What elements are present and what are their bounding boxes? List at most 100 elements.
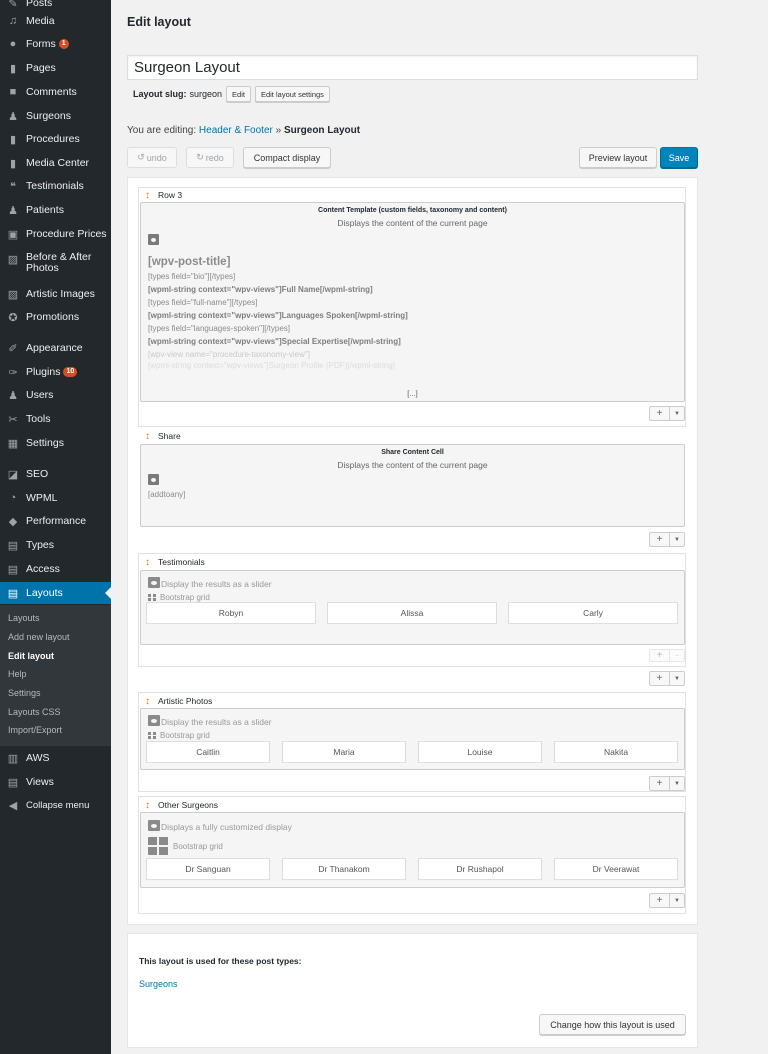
redo-button[interactable]: ↻ redo <box>186 147 234 168</box>
plus-icon: + <box>650 894 670 907</box>
cell-subtitle: Displays the content of the current page <box>337 218 488 228</box>
user-icon: ♟ <box>8 204 18 217</box>
submenu-settings[interactable]: Settings <box>8 688 41 698</box>
submenu-help[interactable]: Help <box>8 669 27 679</box>
sidebar-item-before-after[interactable]: ▨ Before & After Photos <box>0 252 111 278</box>
add-cell-control[interactable]: + ▼ <box>649 893 685 908</box>
drag-handle-icon[interactable]: ↕ <box>145 557 150 568</box>
performance-icon: ◆ <box>8 515 18 528</box>
submenu-edit-layout[interactable]: Edit layout <box>8 651 54 661</box>
drag-handle-icon[interactable]: ↕ <box>145 800 150 811</box>
post-type-link-surgeons[interactable]: Surgeons <box>139 979 178 989</box>
preview-layout-button[interactable]: Preview layout <box>579 147 657 168</box>
sidebar-item-users[interactable]: ♟ Users <box>0 384 111 406</box>
post-types-title: This layout is used for these post types… <box>139 956 302 966</box>
sidebar-item-performance[interactable]: ◆ Performance <box>0 510 111 532</box>
sidebar-item-surgeons[interactable]: ♟ Surgeons <box>0 105 111 127</box>
wpml-icon: ◔ <box>9 492 17 504</box>
collapse-icon: ◀ <box>8 799 18 812</box>
sidebar-item-patients[interactable]: ♟ Patients <box>0 199 111 221</box>
sidebar-item-wpml[interactable]: ◔ WPML <box>0 487 111 509</box>
row-3-label: ↕ Row 3 <box>145 189 183 201</box>
drag-handle-icon[interactable]: ↕ <box>145 190 150 201</box>
sidebar-item-layouts[interactable]: ▤ Layouts <box>0 582 111 604</box>
sidebar-item-plugins[interactable]: ✑ Plugins 10 <box>0 361 111 383</box>
comment-icon: ■ <box>9 86 17 98</box>
change-usage-button[interactable]: Change how this layout is used <box>539 1014 686 1035</box>
content-template-cell[interactable]: Content Template (custom fields, taxonom… <box>140 202 685 402</box>
code-line: [types field="bio"][/types] <box>148 272 236 281</box>
briefcase-icon: ▣ <box>7 228 19 241</box>
drag-handle-icon[interactable]: ↕ <box>145 696 150 707</box>
edit-layout-settings-button[interactable]: Edit layout settings <box>254 86 330 102</box>
gallery-icon: ▨ <box>7 288 19 301</box>
sidebar-item-tools[interactable]: ✂ Tools <box>0 408 111 430</box>
sidebar-item-appearance[interactable]: ✐ Appearance <box>0 337 111 359</box>
plus-icon: + <box>650 533 670 546</box>
share-row-label: ↕ Share <box>145 430 181 442</box>
sidebar-item-artistic-images[interactable]: ▨ Artistic Images <box>0 283 111 305</box>
add-cell-control[interactable]: + ▼ <box>649 532 685 547</box>
page-title: Edit layout <box>127 15 191 29</box>
grid-icon <box>148 837 169 855</box>
caret-down-icon: ▼ <box>674 780 680 787</box>
add-cell-control[interactable]: + ▼ <box>649 406 685 421</box>
share-content-cell[interactable]: Share Content Cell Displays the content … <box>140 444 685 527</box>
sidebar-item-aws[interactable]: ▥ AWS <box>0 747 111 769</box>
cell-subtitle: Displays the content of the current page <box>337 460 488 470</box>
page-icon: ▮ <box>9 133 17 146</box>
caret-down-icon: ▼ <box>674 410 680 417</box>
submenu-add-new-layout[interactable]: Add new layout <box>8 632 70 642</box>
add-cell-control[interactable]: + ▼ <box>649 671 685 686</box>
sidebar-item-forms[interactable]: ● Forms 1 <box>0 33 111 55</box>
sidebar-item-views[interactable]: ▤ Views <box>0 771 111 793</box>
view-icon <box>148 820 160 831</box>
sidebar-item-types[interactable]: ▤ Types <box>0 534 111 556</box>
sidebar-item-access[interactable]: ▤ Access <box>0 558 111 580</box>
undo-icon: ↺ <box>137 152 145 162</box>
add-cell-control[interactable]: + ▼ <box>649 776 685 791</box>
artistic-photos-row-label: ↕ Artistic Photos <box>145 695 213 707</box>
submenu-layouts-css[interactable]: Layouts CSS <box>8 707 61 717</box>
quote-icon: ❝ <box>10 180 16 193</box>
toolset-icon: ▤ <box>7 563 19 576</box>
drag-handle-icon[interactable]: ↕ <box>145 431 150 442</box>
compact-display-button[interactable]: Compact display <box>243 147 331 168</box>
sidebar-item-pages[interactable]: ▮ Pages <box>0 57 111 79</box>
seo-icon: ◪ <box>7 468 19 481</box>
sidebar-item-testimonials[interactable]: ❝ Testimonials <box>0 175 111 197</box>
sidebar-item-media-center[interactable]: ▮ Media Center <box>0 152 111 174</box>
view-icon <box>148 577 160 588</box>
layout-name-input[interactable] <box>127 55 698 80</box>
save-button[interactable]: Save <box>660 147 698 168</box>
surgeon-item: Dr Sanguan <box>146 858 270 880</box>
row-control-muted[interactable]: + − <box>649 649 685 662</box>
undo-button[interactable]: ↺ undo <box>127 147 177 168</box>
cell-title: Content Template (custom fields, taxonom… <box>318 207 507 214</box>
view-description: Displays a fully customized display <box>161 822 292 832</box>
breadcrumb-parent-link[interactable]: Header & Footer <box>199 125 273 136</box>
slider-item: Alissa <box>327 602 497 624</box>
edit-slug-button[interactable]: Edit <box>226 86 251 102</box>
plus-icon: + <box>650 650 670 661</box>
sidebar-item-comments[interactable]: ■ Comments <box>0 81 111 103</box>
submenu-import-export[interactable]: Import/Export <box>8 725 62 735</box>
sidebar-collapse-menu[interactable]: ◀ Collapse menu <box>0 794 111 816</box>
plus-icon: + <box>650 672 670 685</box>
sidebar-item-promotions[interactable]: ✪ Promotions <box>0 306 111 328</box>
content-template-icon <box>148 474 159 485</box>
layout-slug-row: Layout slug: surgeon Edit Edit layout se… <box>133 86 330 102</box>
award-icon: ✪ <box>8 311 18 324</box>
slider-item: Carly <box>508 602 678 624</box>
user-icon: ♟ <box>8 389 18 402</box>
media-icon: ♫ <box>8 15 18 27</box>
submenu-layouts[interactable]: Layouts <box>8 613 40 623</box>
sidebar-item-settings[interactable]: ▦ Settings <box>0 432 111 454</box>
sidebar-item-media[interactable]: ♫ Media <box>0 10 111 32</box>
sidebar-item-procedures[interactable]: ▮ Procedures <box>0 128 111 150</box>
sidebar-item-seo[interactable]: ◪ SEO <box>0 463 111 485</box>
page-icon: ▮ <box>9 62 17 75</box>
slug-value: surgeon <box>189 89 223 99</box>
sidebar-item-procedure-prices[interactable]: ▣ Procedure Prices <box>0 223 111 245</box>
view-description: Display the results as a slider <box>161 579 272 589</box>
